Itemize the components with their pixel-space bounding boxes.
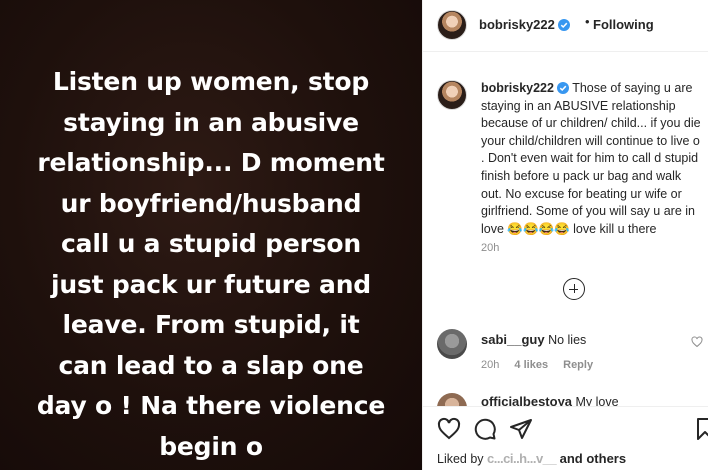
verified-badge-icon bbox=[557, 18, 570, 31]
post-text-line: relationship... D moment bbox=[37, 148, 385, 177]
verified-badge-icon bbox=[556, 81, 569, 94]
comment-content: My love bbox=[575, 395, 619, 406]
post-sidebar: bobrisky222 • Following bobrisky222 Thos… bbox=[422, 0, 708, 470]
separator-dot: • bbox=[585, 14, 590, 29]
post-image: Listen up women, stop staying in an abus… bbox=[0, 0, 422, 470]
liked-by-others[interactable]: and others bbox=[560, 451, 626, 466]
post-text-line: Listen up women, stop bbox=[52, 67, 370, 96]
caption-block: bobrisky222 Those of saying u are stayin… bbox=[423, 52, 708, 322]
comment-meta: 20h 4 likes Reply bbox=[481, 359, 605, 371]
comment-heart-icon[interactable] bbox=[691, 336, 703, 348]
comment-time[interactable]: 20h bbox=[481, 359, 499, 371]
post-header: bobrisky222 • Following bbox=[423, 0, 708, 52]
comment-content: No lies bbox=[548, 333, 587, 347]
comment-avatar[interactable] bbox=[437, 393, 467, 406]
post-text-line: leave. From stupid, it bbox=[62, 310, 360, 339]
caption-text: bobrisky222 Those of saying u are stayin… bbox=[481, 80, 705, 238]
comment-text: sabi__guy No lies bbox=[481, 332, 586, 347]
comment-avatar[interactable] bbox=[437, 329, 467, 359]
comment-likes[interactable]: 4 likes bbox=[514, 359, 548, 371]
post-text-line: just pack ur future and bbox=[50, 269, 372, 299]
post-text-line: staying in an abusive bbox=[63, 107, 359, 137]
caption-content: Those of saying u are staying in an ABUS… bbox=[481, 81, 701, 236]
liked-by-prefix: Liked by bbox=[437, 452, 484, 466]
caption-username[interactable]: bobrisky222 bbox=[481, 81, 569, 95]
caption-avatar[interactable] bbox=[437, 80, 467, 110]
post-text-line: can lead to a slap one bbox=[58, 350, 364, 380]
share-icon[interactable] bbox=[509, 417, 533, 441]
author-username[interactable]: bobrisky222 bbox=[479, 17, 570, 32]
author-avatar[interactable] bbox=[437, 10, 467, 40]
comment-username[interactable]: sabi__guy bbox=[481, 332, 545, 347]
liked-by-text: Liked by c...ci..h...v__ and others bbox=[437, 451, 626, 466]
comment-item: officialbestoya My love bbox=[423, 390, 708, 406]
heart-icon[interactable] bbox=[437, 417, 461, 441]
caption-time[interactable]: 20h bbox=[481, 242, 499, 254]
comment-text: officialbestoya My love bbox=[481, 394, 619, 406]
comment-reply-button[interactable]: Reply bbox=[563, 359, 593, 371]
post-text-line: call u a stupid person bbox=[61, 229, 361, 258]
post-text: Listen up women, stop staying in an abus… bbox=[0, 62, 422, 467]
post-text-line: begin o bbox=[159, 431, 263, 461]
bookmark-icon[interactable] bbox=[693, 417, 708, 441]
post-text-line: ur boyfriend/husband bbox=[60, 188, 362, 218]
liked-by-user[interactable]: c...ci..h...v__ bbox=[487, 451, 557, 466]
comment-item: sabi__guy No lies 20h 4 likes Reply bbox=[423, 326, 708, 396]
following-button[interactable]: Following bbox=[593, 17, 654, 32]
comment-icon[interactable] bbox=[473, 417, 497, 441]
load-more-comments-icon[interactable] bbox=[563, 278, 585, 300]
comment-username[interactable]: officialbestoya bbox=[481, 394, 572, 406]
action-bar: Liked by c...ci..h...v__ and others bbox=[423, 406, 708, 470]
post-text-line: day o ! Na there violence bbox=[36, 391, 386, 420]
